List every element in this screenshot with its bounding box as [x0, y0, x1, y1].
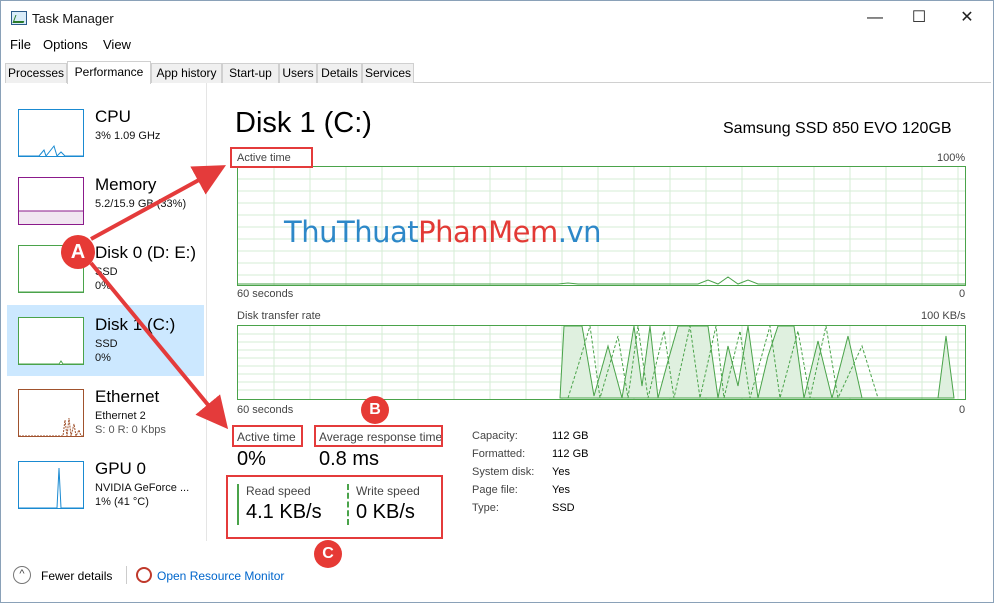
sidebar-item-detail: Ethernet 2 — [95, 410, 146, 422]
watermark-part: PhanMem — [418, 215, 558, 249]
property-value: 112 GB — [552, 448, 589, 460]
sidebar-item-label: CPU — [95, 107, 131, 126]
property-key: Type: — [472, 502, 499, 514]
disk-transfer-rate-graph — [237, 325, 966, 400]
maximize-button[interactable]: ☐ — [896, 1, 942, 35]
sidebar-item-label: GPU 0 — [95, 459, 147, 478]
sidebar-item-ethernet[interactable]: Ethernet Ethernet 2 S: 0 R: 0 Kbps — [7, 383, 204, 454]
property-value: SSD — [552, 502, 575, 514]
tab-performance[interactable]: Performance — [67, 61, 151, 84]
chevron-up-icon[interactable]: ^ — [13, 566, 31, 584]
tab-users[interactable]: Users — [279, 63, 317, 83]
sidebar-item-detail: S: 0 R: 0 Kbps — [95, 424, 166, 436]
sidebar-item-gpu[interactable]: GPU 0 NVIDIA GeForce ... 1% (41 °C) — [7, 455, 204, 526]
ethernet-thumbnail — [18, 389, 84, 437]
sidebar-item-detail: SSD — [95, 338, 118, 350]
sidebar-item-detail: 0% — [95, 280, 111, 292]
annotation-badge-b: B — [361, 396, 389, 424]
avg-response-value: 0.8 ms — [319, 448, 380, 470]
resource-sidebar: CPU 3% 1.09 GHz Memory 5.2/15.9 GB (33%)… — [1, 83, 207, 541]
sidebar-item-disk0[interactable]: Disk 0 (D: E:) SSD 0% — [7, 239, 204, 310]
annotation-box — [232, 425, 303, 447]
sidebar-item-detail: 1% (41 °C) — [95, 496, 149, 508]
sidebar-item-disk1[interactable]: Disk 1 (C:) SSD 0% — [7, 305, 204, 376]
graph2-xlabel: 60 seconds — [237, 404, 294, 416]
sidebar-item-label: Disk 1 (C:) — [95, 315, 176, 334]
sidebar-item-label: Disk 0 (D: E:) — [95, 243, 197, 262]
property-value: Yes — [552, 466, 570, 478]
graph1-xlabel: 60 seconds — [237, 288, 294, 300]
sidebar-item-detail: 0% — [95, 352, 111, 364]
sidebar-item-label: Ethernet — [95, 387, 160, 406]
watermark: ThuThuatPhanMem.vn — [284, 215, 602, 249]
graph1-min: 0 — [959, 288, 966, 300]
tab-start-up[interactable]: Start-up — [222, 63, 279, 83]
disk1-thumbnail — [18, 317, 84, 365]
property-key: Capacity: — [472, 430, 518, 442]
window-title: Task Manager — [32, 11, 114, 26]
tab-details[interactable]: Details — [317, 63, 362, 83]
property-key: System disk: — [472, 466, 535, 478]
bottom-bar: ^ Fewer details Open Resource Monitor — [1, 564, 993, 588]
device-name: Samsung SSD 850 EVO 120GB — [723, 120, 952, 137]
title-bar[interactable]: Task Manager — ☐ ✕ — [1, 1, 993, 35]
task-manager-icon — [11, 11, 27, 25]
sidebar-item-detail: NVIDIA GeForce ... — [95, 482, 190, 494]
graph2-label: Disk transfer rate — [237, 310, 321, 322]
divider — [126, 566, 127, 584]
minimize-button[interactable]: — — [852, 1, 898, 35]
tab-app-history[interactable]: App history — [151, 63, 222, 83]
property-key: Formatted: — [472, 448, 526, 460]
fewer-details-link[interactable]: Fewer details — [41, 569, 112, 583]
open-resource-monitor-link[interactable]: Open Resource Monitor — [157, 569, 284, 583]
annotation-badge-a: A — [61, 235, 95, 269]
task-manager-window: Task Manager — ☐ ✕ File Options View Pro… — [0, 0, 994, 603]
graph1-max: 100% — [937, 152, 966, 164]
sidebar-item-detail: SSD — [95, 266, 118, 278]
sidebar-item-label: Memory — [95, 175, 157, 194]
page-title: Disk 1 (C:) — [235, 107, 372, 139]
menu-file[interactable]: File — [10, 37, 31, 52]
tab-bar: Processes Performance App history Start-… — [5, 61, 991, 84]
graph2-max: 100 KB/s — [921, 310, 966, 322]
annotation-box — [230, 147, 313, 168]
sidebar-item-memory[interactable]: Memory 5.2/15.9 GB (33%) — [7, 171, 204, 242]
watermark-part: ThuThuat — [284, 215, 419, 249]
gpu-thumbnail — [18, 461, 84, 509]
property-value: Yes — [552, 484, 570, 496]
property-key: Page file: — [472, 484, 518, 496]
active-time-value: 0% — [237, 448, 266, 470]
cpu-thumbnail — [18, 109, 84, 157]
graph2-min: 0 — [959, 404, 966, 416]
sidebar-item-cpu[interactable]: CPU 3% 1.09 GHz — [7, 103, 204, 174]
menu-view[interactable]: View — [103, 37, 131, 52]
memory-thumbnail — [18, 177, 84, 225]
annotation-box — [314, 425, 443, 447]
sidebar-item-detail: 3% 1.09 GHz — [95, 130, 161, 142]
watermark-part: .vn — [557, 215, 602, 249]
tab-services[interactable]: Services — [362, 63, 414, 83]
annotation-badge-c: C — [314, 540, 342, 568]
menu-options[interactable]: Options — [43, 37, 88, 52]
tab-processes[interactable]: Processes — [5, 63, 67, 83]
resource-monitor-icon — [136, 567, 152, 583]
annotation-box — [226, 475, 443, 539]
sidebar-item-detail: 5.2/15.9 GB (33%) — [95, 198, 187, 210]
close-button[interactable]: ✕ — [944, 1, 990, 35]
property-value: 112 GB — [552, 430, 589, 442]
